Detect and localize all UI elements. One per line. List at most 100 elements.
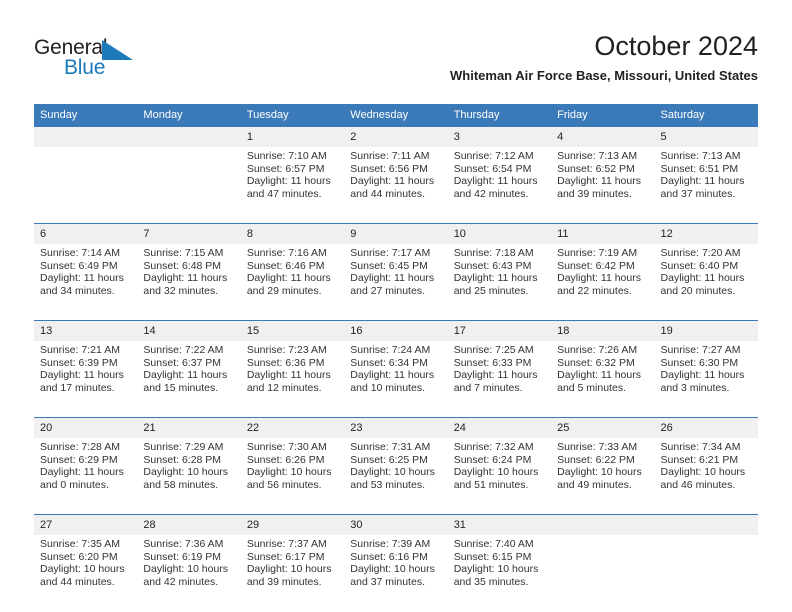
daylight-text-line1: Daylight: 11 hours [453, 369, 538, 382]
day-number-cell[interactable]: 24 [447, 417, 552, 438]
daylight-text-line2: and 46 minutes. [660, 478, 736, 491]
day-detail-cell[interactable]: Sunrise: 7:30 AM Sunset: 6:26 PM Daylight:… [240, 438, 345, 515]
day-detail-cell[interactable]: Sunrise: 7:26 AM Sunset: 6:32 PM Daylight:… [551, 341, 655, 418]
day-number-cell[interactable]: 29 [240, 514, 345, 535]
day-number-cell[interactable]: 27 [34, 514, 138, 535]
sunrise-text: Sunrise: 7:30 AM [246, 441, 327, 453]
sunrise-text: Sunrise: 7:29 AM [143, 441, 224, 453]
daylight-text-line1: Daylight: 10 hours [246, 563, 332, 576]
empty-day-cell [137, 127, 241, 147]
day-detail-cell[interactable]: Sunrise: 7:36 AM Sunset: 6:19 PM Daylight:… [137, 535, 241, 611]
sunset-text: Sunset: 6:15 PM [453, 550, 532, 563]
day-detail-cell[interactable]: Sunrise: 7:24 AM Sunset: 6:34 PM Daylight:… [344, 341, 448, 418]
day-detail-cell[interactable]: Sunrise: 7:12 AM Sunset: 6:54 PM Daylight:… [447, 147, 552, 224]
sunset-text: Sunset: 6:19 PM [143, 550, 222, 563]
day-number-cell[interactable]: 16 [344, 320, 448, 341]
daylight-text-line2: and 10 minutes. [350, 381, 425, 394]
day-detail-cell[interactable]: Sunrise: 7:20 AM Sunset: 6:40 PM Daylight:… [654, 244, 758, 321]
day-number-cell[interactable]: 21 [137, 417, 241, 438]
day-detail-cell[interactable]: Sunrise: 7:34 AM Sunset: 6:21 PM Daylight:… [654, 438, 758, 515]
day-number-cell[interactable]: 17 [447, 320, 552, 341]
daylight-text-line1: Daylight: 11 hours [557, 369, 641, 382]
day-detail-cell[interactable]: Sunrise: 7:19 AM Sunset: 6:42 PM Daylight:… [551, 244, 655, 321]
day-detail-cell[interactable]: Sunrise: 7:13 AM Sunset: 6:51 PM Daylight:… [654, 147, 758, 224]
day-number-cell[interactable]: 20 [34, 417, 138, 438]
sunrise-text: Sunrise: 7:21 AM [40, 344, 120, 356]
sunset-text: Sunset: 6:22 PM [557, 453, 635, 466]
day-detail-cell[interactable]: Sunrise: 7:39 AM Sunset: 6:16 PM Daylight:… [344, 535, 448, 611]
empty-day-cell [551, 535, 655, 611]
day-detail-cell[interactable]: Sunrise: 7:11 AM Sunset: 6:56 PM Daylight:… [344, 147, 448, 224]
weekday-header-monday: Monday [137, 104, 241, 127]
day-number-cell[interactable]: 4 [551, 127, 655, 147]
day-number-cell[interactable]: 15 [240, 320, 345, 341]
sunrise-text: Sunrise: 7:40 AM [453, 538, 534, 550]
day-number-cell[interactable]: 28 [137, 514, 241, 535]
sunrise-text: Sunrise: 7:13 AM [660, 150, 741, 162]
daylight-text-line2: and 44 minutes. [350, 187, 425, 200]
triangle-icon [102, 40, 133, 60]
day-detail-cell[interactable]: Sunrise: 7:35 AM Sunset: 6:20 PM Daylight:… [34, 535, 138, 611]
day-detail-cell[interactable]: Sunrise: 7:14 AM Sunset: 6:49 PM Daylight:… [34, 244, 138, 321]
day-number-cell[interactable]: 26 [654, 417, 758, 438]
day-number-cell[interactable]: 9 [344, 223, 448, 244]
day-number-cell[interactable]: 7 [137, 223, 241, 244]
day-number-cell[interactable]: 2 [344, 127, 448, 147]
day-number-cell[interactable]: 31 [447, 514, 552, 535]
day-number-cell[interactable]: 18 [551, 320, 655, 341]
daylight-text-line1: Daylight: 11 hours [660, 272, 745, 285]
day-number-cell[interactable]: 8 [240, 223, 345, 244]
week-detail-row: Sunrise: 7:14 AM Sunset: 6:49 PM Daylight:… [34, 244, 758, 321]
day-number-cell[interactable]: 22 [240, 417, 345, 438]
daylight-text-line2: and 27 minutes. [350, 284, 425, 297]
day-detail-cell[interactable]: Sunrise: 7:15 AM Sunset: 6:48 PM Daylight:… [137, 244, 241, 321]
day-detail-cell[interactable]: Sunrise: 7:28 AM Sunset: 6:29 PM Daylight:… [34, 438, 138, 515]
sunset-text: Sunset: 6:46 PM [246, 259, 325, 272]
day-number-cell[interactable]: 1 [240, 127, 345, 147]
day-detail-cell[interactable]: Sunrise: 7:21 AM Sunset: 6:39 PM Daylight:… [34, 341, 138, 418]
day-detail-cell[interactable]: Sunrise: 7:13 AM Sunset: 6:52 PM Daylight:… [551, 147, 655, 224]
sunset-text: Sunset: 6:49 PM [40, 259, 118, 272]
day-number-cell[interactable]: 3 [447, 127, 552, 147]
sunrise-text: Sunrise: 7:10 AM [246, 150, 327, 162]
day-detail-cell[interactable]: Sunrise: 7:22 AM Sunset: 6:37 PM Daylight:… [137, 341, 241, 418]
day-number-cell[interactable]: 14 [137, 320, 241, 341]
day-number-cell[interactable]: 30 [344, 514, 448, 535]
daylight-text-line1: Daylight: 11 hours [40, 272, 124, 285]
week-date-row: 20 21 22 23 24 25 26 [34, 417, 758, 438]
day-detail-cell[interactable]: Sunrise: 7:10 AM Sunset: 6:57 PM Daylight:… [240, 147, 345, 224]
generalblue-logo[interactable]: General Blue [34, 36, 154, 82]
day-detail-cell[interactable]: Sunrise: 7:16 AM Sunset: 6:46 PM Daylight:… [240, 244, 345, 321]
sunset-text: Sunset: 6:28 PM [143, 453, 222, 466]
day-number-cell[interactable]: 6 [34, 223, 138, 244]
daylight-text-line1: Daylight: 11 hours [453, 175, 538, 188]
sunset-text: Sunset: 6:52 PM [557, 162, 635, 175]
day-detail-cell[interactable]: Sunrise: 7:33 AM Sunset: 6:22 PM Daylight:… [551, 438, 655, 515]
day-detail-cell[interactable]: Sunrise: 7:31 AM Sunset: 6:25 PM Daylight:… [344, 438, 448, 515]
sunrise-text: Sunrise: 7:14 AM [40, 247, 120, 259]
day-detail-cell[interactable]: Sunrise: 7:37 AM Sunset: 6:17 PM Daylight:… [240, 535, 345, 611]
day-detail-cell[interactable]: Sunrise: 7:17 AM Sunset: 6:45 PM Daylight:… [344, 244, 448, 321]
day-detail-cell[interactable]: Sunrise: 7:40 AM Sunset: 6:15 PM Daylight:… [447, 535, 552, 611]
empty-day-cell [34, 127, 138, 147]
day-number-cell[interactable]: 10 [447, 223, 552, 244]
empty-day-cell [34, 147, 138, 224]
day-number-cell[interactable]: 25 [551, 417, 655, 438]
day-detail-cell[interactable]: Sunrise: 7:32 AM Sunset: 6:24 PM Daylight:… [447, 438, 552, 515]
daylight-text-line2: and 51 minutes. [453, 478, 529, 491]
day-detail-cell[interactable]: Sunrise: 7:27 AM Sunset: 6:30 PM Daylight:… [654, 341, 758, 418]
day-detail-cell[interactable]: Sunrise: 7:25 AM Sunset: 6:33 PM Daylight:… [447, 341, 552, 418]
week-detail-row: Sunrise: 7:28 AM Sunset: 6:29 PM Daylight:… [34, 438, 758, 515]
day-number-cell[interactable]: 19 [654, 320, 758, 341]
day-detail-cell[interactable]: Sunrise: 7:23 AM Sunset: 6:36 PM Daylight:… [240, 341, 345, 418]
sunset-text: Sunset: 6:16 PM [350, 550, 428, 563]
empty-day-cell [654, 535, 758, 611]
day-detail-cell[interactable]: Sunrise: 7:18 AM Sunset: 6:43 PM Daylight:… [447, 244, 552, 321]
day-number-cell[interactable]: 13 [34, 320, 138, 341]
day-number-cell[interactable]: 11 [551, 223, 655, 244]
day-number-cell[interactable]: 12 [654, 223, 758, 244]
daylight-text-line2: and 5 minutes. [557, 381, 626, 394]
day-number-cell[interactable]: 23 [344, 417, 448, 438]
day-detail-cell[interactable]: Sunrise: 7:29 AM Sunset: 6:28 PM Daylight:… [137, 438, 241, 515]
day-number-cell[interactable]: 5 [654, 127, 758, 147]
